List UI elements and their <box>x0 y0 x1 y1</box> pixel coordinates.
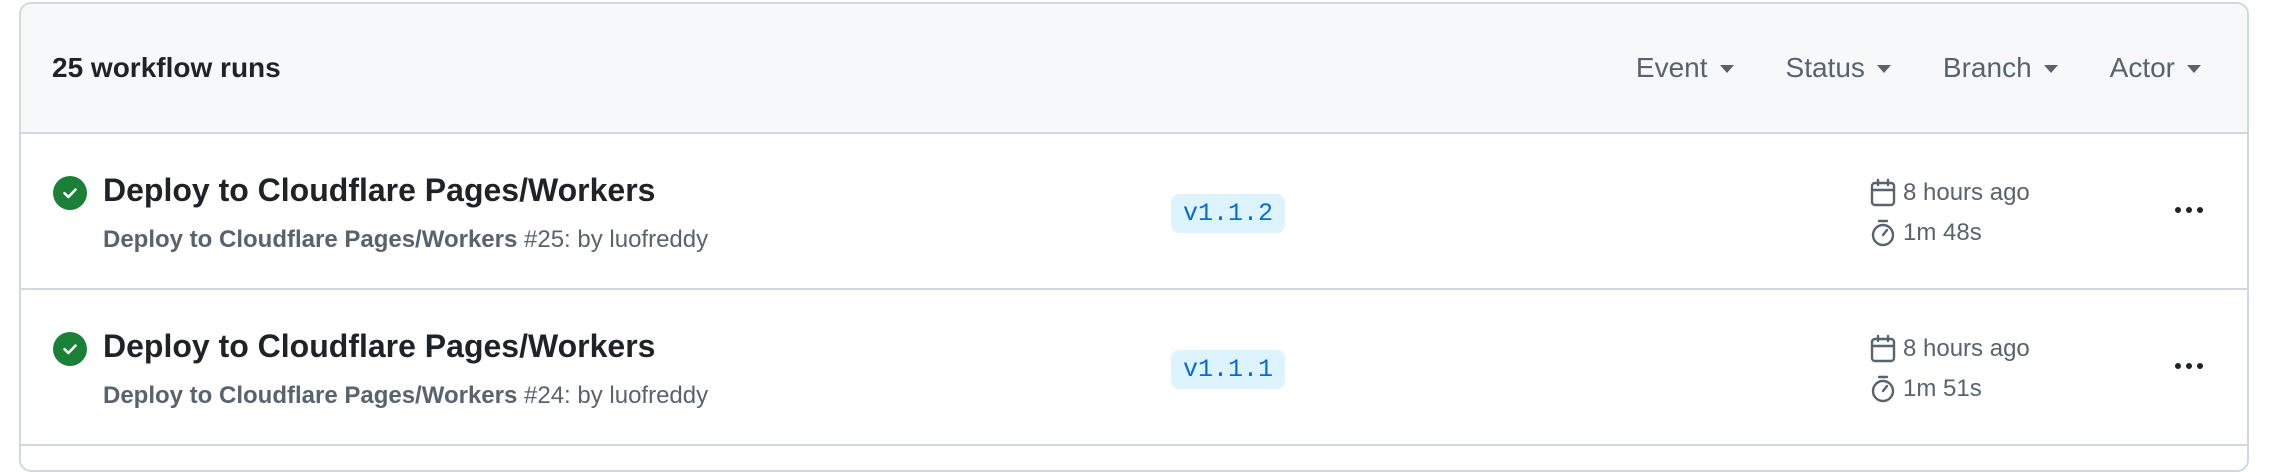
triangle-down-icon <box>1719 65 1734 73</box>
status-filter-dropdown[interactable]: Status <box>1786 52 1891 84</box>
run-time-ago: 8 hours ago <box>1903 179 2030 206</box>
actor-filter-dropdown[interactable]: Actor <box>2110 52 2201 84</box>
workflow-run-row: Deploy to Cloudflare Pages/Workers Deplo… <box>21 290 2247 446</box>
run-duration: 1m 48s <box>1869 218 1982 248</box>
event-filter-dropdown[interactable]: Event <box>1636 52 1734 84</box>
event-filter-label: Event <box>1635 52 1708 83</box>
triangle-down-icon <box>2043 65 2058 73</box>
calendar-icon <box>1869 178 1897 208</box>
check-circle-icon <box>53 176 87 210</box>
check-circle-icon <box>53 332 87 366</box>
branch-label[interactable]: v1.1.1 <box>1171 350 1286 389</box>
run-time-ago: 8 hours ago <box>1903 335 2030 362</box>
filter-bar: Event Status Branch Actor <box>1636 52 2201 84</box>
kebab-menu-icon[interactable] <box>2167 192 2211 228</box>
run-number-actor: #24: by luofreddy <box>517 382 709 409</box>
run-timestamp: 8 hours ago <box>1869 334 2030 364</box>
workflow-runs-panel: 25 workflow runs Event Status Branch Act… <box>19 2 2249 472</box>
branch-filter-dropdown[interactable]: Branch <box>1943 52 2058 84</box>
run-duration-value: 1m 51s <box>1903 375 1982 402</box>
triangle-down-icon <box>1876 65 1891 73</box>
workflow-name: Deploy to Cloudflare Pages/Workers <box>103 226 518 253</box>
status-filter-label: Status <box>1785 52 1865 83</box>
workflow-run-title-link[interactable]: Deploy to Cloudflare Pages/Workers <box>103 328 655 365</box>
run-duration-value: 1m 48s <box>1903 219 1982 246</box>
workflow-run-meta: Deploy to Cloudflare Pages/Workers #24: … <box>103 382 708 410</box>
branch-filter-label: Branch <box>1942 52 2032 83</box>
stopwatch-icon <box>1869 218 1897 248</box>
triangle-down-icon <box>2187 65 2201 73</box>
workflow-run-title-link[interactable]: Deploy to Cloudflare Pages/Workers <box>103 172 655 209</box>
workflow-name: Deploy to Cloudflare Pages/Workers <box>103 382 518 409</box>
run-number-actor: #25: by luofreddy <box>517 226 709 253</box>
run-timestamp: 8 hours ago <box>1869 178 2030 208</box>
workflow-run-count: 25 workflow runs <box>52 52 281 83</box>
actor-filter-label: Actor <box>2109 52 2175 83</box>
workflow-runs-header: 25 workflow runs Event Status Branch Act… <box>21 4 2247 134</box>
kebab-menu-icon[interactable] <box>2167 348 2211 384</box>
stopwatch-icon <box>1869 374 1897 404</box>
workflow-run-row: Deploy to Cloudflare Pages/Workers Deplo… <box>21 134 2247 290</box>
run-duration: 1m 51s <box>1869 374 1982 404</box>
workflow-run-meta: Deploy to Cloudflare Pages/Workers #25: … <box>103 226 708 254</box>
branch-label[interactable]: v1.1.2 <box>1171 194 1286 233</box>
calendar-icon <box>1869 334 1897 364</box>
